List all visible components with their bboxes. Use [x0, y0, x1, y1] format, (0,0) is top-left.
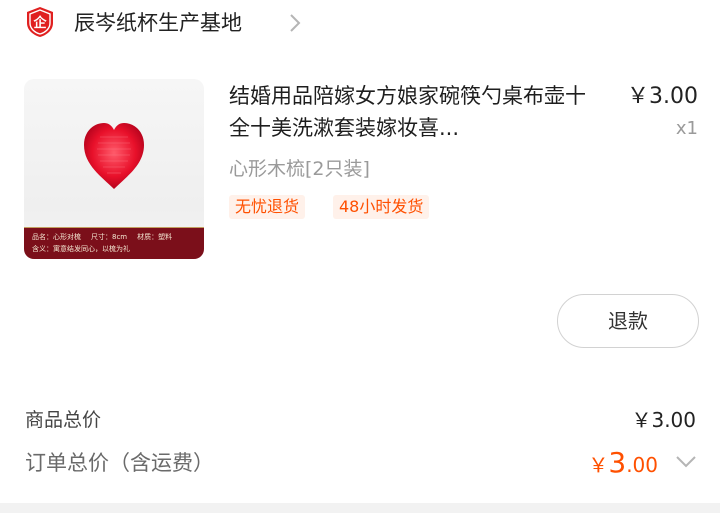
item-price: ￥3.00 — [627, 84, 698, 109]
order-total-decimal: .00 — [626, 453, 658, 477]
order-total-currency: ￥ — [588, 453, 609, 477]
goods-total-label: 商品总价 — [25, 409, 102, 431]
shop-badge-text: 企 — [32, 15, 47, 31]
shop-header[interactable]: 企 辰岑纸杯生产基地 — [0, 0, 720, 48]
shop-name[interactable]: 辰岑纸杯生产基地 — [74, 8, 242, 38]
chevron-right-icon — [290, 14, 301, 32]
tag-no-worry-return: 无忧退货 — [229, 195, 306, 219]
info-line-2: 含义：寓意结发同心，以梳为礼 — [32, 245, 130, 253]
tag-48h-shipping: 48小时发货 — [333, 195, 430, 219]
heart-comb-image — [84, 123, 144, 189]
product-info-strip: 品名：心形对梳 尺寸：8cm 材质：塑料 含义：寓意结发同心，以梳为礼 — [24, 227, 204, 259]
product-title[interactable]: 结婚用品陪嫁女方娘家碗筷勺桌布壶十全十美洗漱套装嫁妆喜... — [229, 80, 601, 144]
order-total-row[interactable]: 订单总价（含运费） ￥3.00 — [0, 445, 720, 481]
info-size: 尺寸：8cm — [91, 233, 128, 241]
info-line-1: 品名：心形对梳 尺寸：8cm 材质：塑料 — [32, 231, 196, 243]
order-total-value: ￥3.00 — [588, 445, 658, 485]
item-quantity: x1 — [675, 118, 698, 139]
refund-button[interactable]: 退款 — [557, 294, 699, 348]
chevron-down-icon[interactable] — [674, 454, 698, 470]
bottom-divider — [0, 503, 720, 513]
product-thumbnail[interactable]: 品名：心形对梳 尺寸：8cm 材质：塑料 含义：寓意结发同心，以梳为礼 — [24, 79, 204, 259]
info-material: 材质：塑料 — [137, 233, 173, 241]
product-variant: 心形木梳[2只装] — [229, 158, 370, 180]
order-total-integer: 3 — [608, 446, 627, 479]
order-total-label: 订单总价（含运费） — [25, 451, 214, 475]
goods-total-row: 商品总价 ￥3.00 — [0, 405, 720, 435]
info-name: 品名：心形对梳 — [32, 233, 81, 241]
goods-total-value: ￥3.00 — [631, 408, 696, 432]
shop-badge-icon: 企 — [27, 7, 53, 37]
